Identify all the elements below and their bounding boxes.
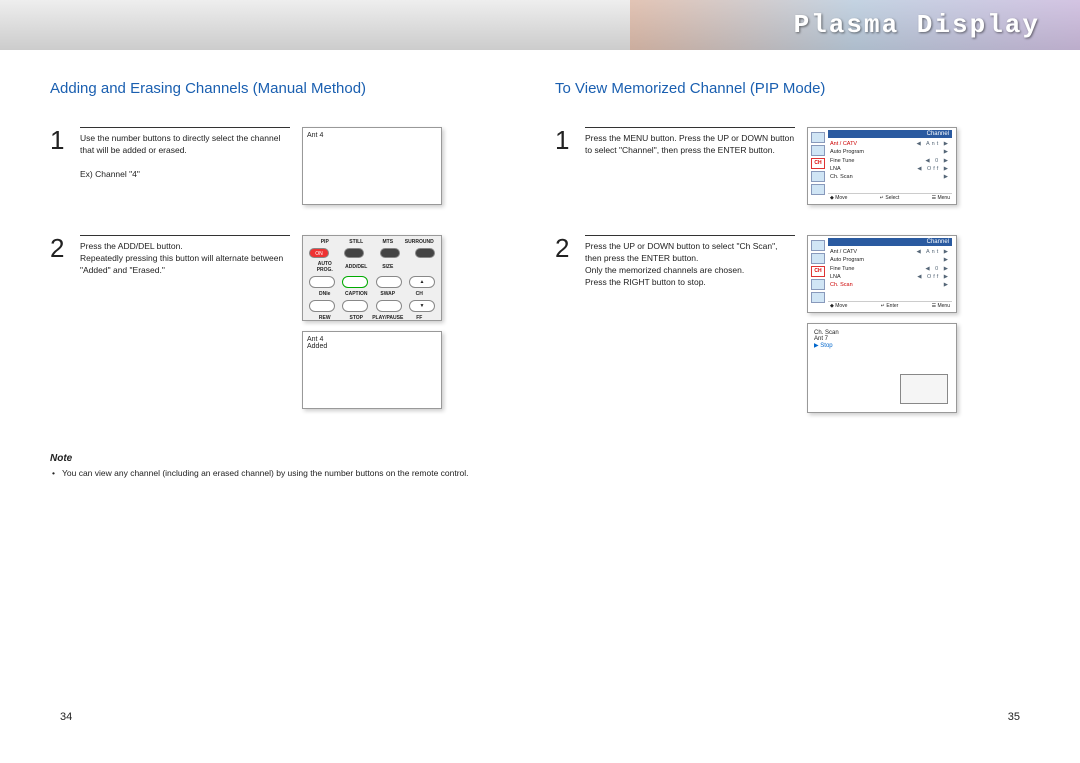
osd-icon-channel: CH [811, 158, 825, 169]
right-step-1: 1 Press the MENU button. Press the UP or… [555, 127, 1030, 217]
osd-footer: ◆ Move↵ Select☰ Menu [828, 193, 952, 202]
step-text: Press the MENU button. Press the UP or D… [585, 127, 795, 157]
osd-footer: ◆ Move↵ Enter☰ Menu [828, 301, 952, 310]
osd-menu-illustration: CH Channel Ant / CATV◀ Ant ▶ Auto Progra… [807, 127, 957, 205]
remote-btn [415, 248, 435, 258]
step-text: Use the number buttons to directly selec… [80, 127, 290, 181]
osd-row: LNA◀ Off ▶ [828, 165, 952, 173]
osd-icon [811, 253, 825, 264]
right-step-2: 2 Press the UP or DOWN button to select … [555, 235, 1030, 435]
remote-illustration: PIP STILL MTS SURROUND ON AUTO PROG. ADD… [302, 235, 442, 321]
screen-illustration: Ant 4 Added [302, 331, 442, 409]
step-text: Press the UP or DOWN button to select "C… [585, 235, 795, 289]
illustration-stack: PIP STILL MTS SURROUND ON AUTO PROG. ADD… [302, 235, 442, 409]
page-header: Plasma Display [0, 0, 1080, 50]
right-section-title: To View Memorized Channel (PIP Mode) [555, 80, 1030, 97]
remote-btn [376, 276, 402, 288]
pip-window [900, 374, 948, 404]
remote-btn [342, 300, 368, 312]
left-step-2: 2 Press the ADD/DEL button. Repeatedly p… [50, 235, 525, 435]
osd-title: Channel [828, 130, 952, 138]
remote-btn [344, 248, 364, 258]
osd-icon-channel: CH [811, 266, 825, 277]
osd-icon [811, 184, 825, 195]
page-spread: Adding and Erasing Channels (Manual Meth… [0, 50, 1080, 498]
note-text: You can view any channel (including an e… [50, 468, 525, 478]
osd-row: LNA◀ Off ▶ [828, 273, 952, 281]
osd-row: Fine Tune◀ 0 ▶ [828, 265, 952, 273]
screen-illustration: Ant 4 [302, 127, 442, 205]
remote-btn [380, 248, 400, 258]
step-text: Press the ADD/DEL button. Repeatedly pre… [80, 235, 290, 277]
osd-icon [811, 279, 825, 290]
osd-row: Ch. Scan▶ [828, 281, 952, 289]
step-number: 2 [555, 235, 573, 261]
osd-title: Channel [828, 238, 952, 246]
osd-row: Ant / CATV◀ Ant ▶ [828, 248, 952, 256]
remote-btn-add-del [342, 276, 368, 288]
osd-icon [811, 145, 825, 156]
illustration-stack: CH Channel Ant / CATV◀ Ant ▶ Auto Progra… [807, 235, 957, 413]
note-heading: Note [50, 453, 525, 464]
remote-btn [309, 276, 335, 288]
osd-icon [811, 171, 825, 182]
osd-row: Auto Program▶ [828, 148, 952, 156]
remote-btn: ▲ [409, 276, 435, 288]
osd-row: Fine Tune◀ 0 ▶ [828, 157, 952, 165]
remote-btn: ▼ [409, 300, 435, 312]
step-number: 2 [50, 235, 68, 261]
left-section-title: Adding and Erasing Channels (Manual Meth… [50, 80, 525, 97]
osd-icon [811, 292, 825, 303]
remote-btn [309, 300, 335, 312]
osd-row: Auto Program▶ [828, 256, 952, 264]
left-page: Adding and Erasing Channels (Manual Meth… [50, 80, 525, 478]
step-number: 1 [555, 127, 573, 153]
osd-row: Ch. Scan▶ [828, 173, 952, 181]
product-title: Plasma Display [794, 10, 1040, 40]
step-number: 1 [50, 127, 68, 153]
osd-icon [811, 240, 825, 251]
page-number-right: 35 [1008, 711, 1020, 723]
right-page: To View Memorized Channel (PIP Mode) 1 P… [555, 80, 1030, 478]
remote-btn-on: ON [309, 248, 329, 258]
page-number-left: 34 [60, 711, 72, 723]
left-step-1: 1 Use the number buttons to directly sel… [50, 127, 525, 217]
osd-scan-illustration: Ch. Scan Ant 7 ▶ Stop [807, 323, 957, 413]
remote-btn [376, 300, 402, 312]
osd-menu-illustration: CH Channel Ant / CATV◀ Ant ▶ Auto Progra… [807, 235, 957, 313]
osd-row: Ant / CATV◀ Ant ▶ [828, 140, 952, 148]
osd-icon [811, 132, 825, 143]
